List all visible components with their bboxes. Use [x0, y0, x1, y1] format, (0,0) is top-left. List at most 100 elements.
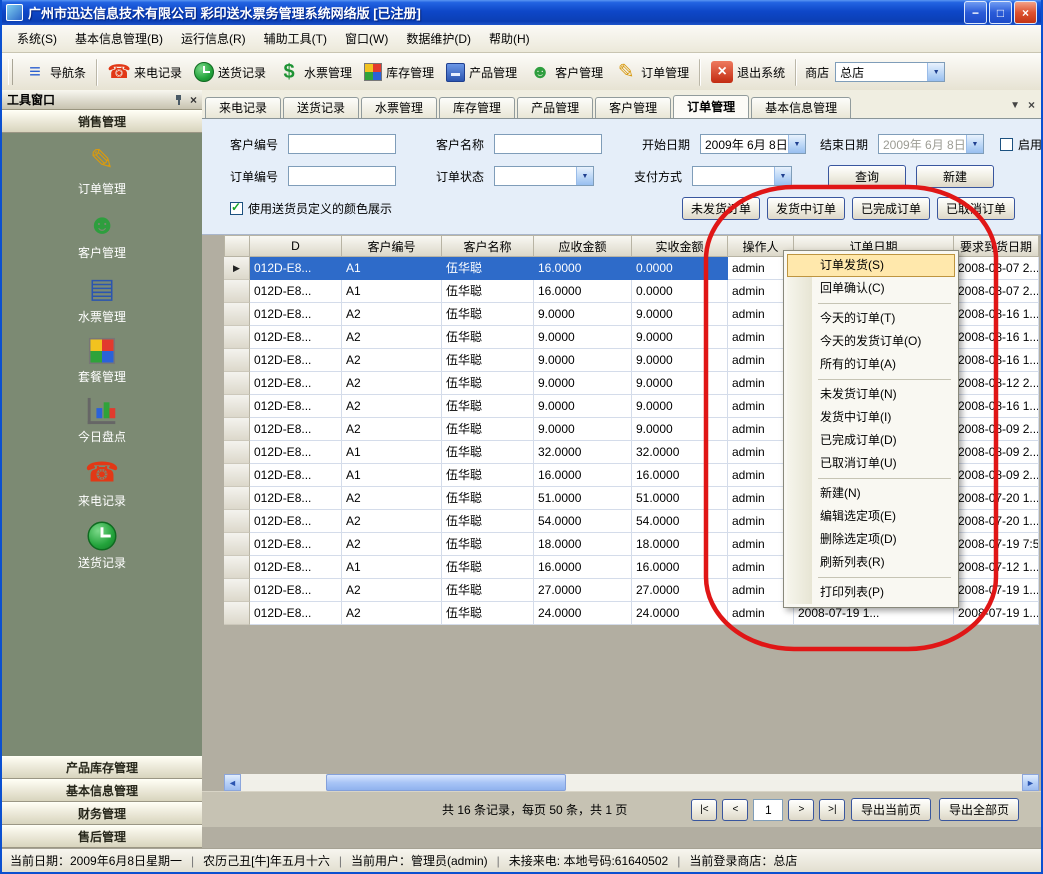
cell-required-date[interactable]: 2008-08-12 2... — [954, 372, 1039, 395]
tab[interactable]: 来电记录 — [205, 97, 281, 118]
cell-receivable[interactable]: 16.0000 — [534, 280, 632, 303]
cell-receivable[interactable]: 24.0000 — [534, 602, 632, 625]
tab[interactable]: 客户管理 — [595, 97, 671, 118]
cell-receivable[interactable]: 18.0000 — [534, 533, 632, 556]
sidebar-group[interactable]: 售后管理 — [2, 825, 202, 848]
cell-received[interactable]: 9.0000 — [632, 418, 728, 441]
new-button[interactable]: 新建 — [916, 165, 994, 188]
cell-received[interactable]: 24.0000 — [632, 602, 728, 625]
row-selector[interactable] — [224, 441, 250, 464]
cell-receivable[interactable]: 9.0000 — [534, 372, 632, 395]
context-menu-item[interactable]: 已完成订单(D) — [787, 429, 955, 452]
toolbar-button[interactable]: 送货记录 — [188, 58, 272, 86]
row-selector[interactable] — [224, 510, 250, 533]
cell-received[interactable]: 32.0000 — [632, 441, 728, 464]
cell-customer-name[interactable]: 伍华聪 — [442, 418, 534, 441]
query-button[interactable]: 查询 — [828, 165, 906, 188]
cell-receivable[interactable]: 9.0000 — [534, 303, 632, 326]
row-selector[interactable] — [224, 326, 250, 349]
cell-required-date[interactable]: 2008-07-19 1... — [954, 579, 1039, 602]
cell-id[interactable]: 012D-E8... — [250, 487, 342, 510]
order-status-select[interactable]: ▼ — [494, 166, 594, 186]
row-selector[interactable] — [224, 303, 250, 326]
context-menu-item[interactable]: 未发货订单(N) — [787, 383, 955, 406]
tab[interactable]: 库存管理 — [439, 97, 515, 118]
menubar-item[interactable]: 基本信息管理(B) — [66, 25, 172, 52]
toolbar-button[interactable]: 水票管理 — [272, 57, 358, 87]
enable-checkbox[interactable]: 启用 — [1000, 136, 1041, 153]
cell-received[interactable]: 18.0000 — [632, 533, 728, 556]
store-select[interactable]: 总店 ▼ — [835, 62, 945, 82]
cell-customer-no[interactable]: A1 — [342, 441, 442, 464]
cell-required-date[interactable]: 2008-07-19 1... — [954, 602, 1039, 625]
cell-received[interactable]: 27.0000 — [632, 579, 728, 602]
cell-id[interactable]: 012D-E8... — [250, 533, 342, 556]
status-filter-button[interactable]: 未发货订单 — [682, 197, 760, 220]
checkbox-checked-icon[interactable] — [230, 202, 243, 215]
cell-customer-name[interactable]: 伍华聪 — [442, 280, 534, 303]
cell-id[interactable]: 012D-E8... — [250, 418, 342, 441]
chevron-down-icon[interactable]: ▼ — [927, 63, 944, 81]
page-number-input[interactable] — [753, 799, 783, 821]
sidebar-item[interactable]: 客户管理 — [78, 207, 126, 261]
row-selector[interactable] — [224, 533, 250, 556]
menubar-item[interactable]: 辅助工具(T) — [255, 25, 336, 52]
cell-id[interactable]: 012D-E8... — [250, 349, 342, 372]
pay-method-select[interactable]: ▼ — [692, 166, 792, 186]
restore-button[interactable]: □ — [989, 1, 1012, 24]
cell-customer-name[interactable]: 伍华聪 — [442, 395, 534, 418]
cell-customer-no[interactable]: A2 — [342, 418, 442, 441]
cell-receivable[interactable]: 9.0000 — [534, 395, 632, 418]
row-selector[interactable] — [224, 556, 250, 579]
cell-received[interactable]: 9.0000 — [632, 395, 728, 418]
row-selector[interactable] — [224, 280, 250, 303]
row-selector[interactable] — [224, 349, 250, 372]
cell-id[interactable]: 012D-E8... — [250, 326, 342, 349]
menubar-item[interactable]: 系统(S) — [8, 25, 66, 52]
checkbox-icon[interactable] — [1000, 138, 1013, 151]
cell-receivable[interactable]: 9.0000 — [534, 326, 632, 349]
cell-receivable[interactable]: 9.0000 — [534, 418, 632, 441]
cell-customer-no[interactable]: A2 — [342, 579, 442, 602]
cell-customer-no[interactable]: A2 — [342, 349, 442, 372]
toolbar-button[interactable]: 退出系统 — [705, 57, 791, 87]
cell-customer-name[interactable]: 伍华聪 — [442, 257, 534, 280]
customer-no-input[interactable] — [288, 134, 396, 154]
start-date-picker[interactable]: 2009年 6月 8日 ▼ — [700, 134, 806, 154]
export-current-button[interactable]: 导出当前页 — [851, 798, 931, 821]
status-filter-button[interactable]: 已完成订单 — [852, 197, 930, 220]
column-header[interactable]: 应收金额 — [534, 236, 632, 257]
cell-customer-name[interactable]: 伍华聪 — [442, 579, 534, 602]
last-page-button[interactable]: >| — [819, 799, 845, 821]
cell-id[interactable]: 012D-E8... — [250, 441, 342, 464]
column-header[interactable]: 客户编号 — [342, 236, 442, 257]
cell-received[interactable]: 9.0000 — [632, 349, 728, 372]
toolbar-button[interactable]: 客户管理 — [523, 57, 609, 87]
first-page-button[interactable]: |< — [691, 799, 717, 821]
cell-received[interactable]: 0.0000 — [632, 257, 728, 280]
sidebar-item[interactable]: 来电记录 — [78, 455, 126, 509]
context-menu-item[interactable]: 打印列表(P) — [787, 581, 955, 604]
cell-received[interactable]: 16.0000 — [632, 464, 728, 487]
row-selector[interactable] — [224, 395, 250, 418]
cell-receivable[interactable]: 32.0000 — [534, 441, 632, 464]
color-display-checkbox[interactable]: 使用送货员定义的颜色展示 — [230, 200, 392, 217]
cell-required-date[interactable]: 2008-08-16 1... — [954, 303, 1039, 326]
cell-receivable[interactable]: 16.0000 — [534, 556, 632, 579]
tab-list-dropdown-icon[interactable]: ▼ — [1010, 100, 1020, 111]
cell-id[interactable]: 012D-E8... — [250, 372, 342, 395]
sidebar-group[interactable]: 产品库存管理 — [2, 756, 202, 779]
cell-customer-name[interactable]: 伍华聪 — [442, 510, 534, 533]
cell-id[interactable]: 012D-E8... — [250, 464, 342, 487]
cell-required-date[interactable]: 2008-08-09 2... — [954, 418, 1039, 441]
tab[interactable]: 基本信息管理 — [751, 97, 851, 118]
cell-customer-name[interactable]: 伍华聪 — [442, 602, 534, 625]
cell-id[interactable]: 012D-E8... — [250, 579, 342, 602]
row-selector[interactable] — [224, 257, 250, 280]
context-menu-item[interactable]: 新建(N) — [787, 482, 955, 505]
scrollbar-track[interactable] — [241, 774, 1022, 791]
customer-name-input[interactable] — [494, 134, 602, 154]
cell-id[interactable]: 012D-E8... — [250, 303, 342, 326]
cell-receivable[interactable]: 9.0000 — [534, 349, 632, 372]
cell-required-date[interactable]: 2008-07-12 1... — [954, 556, 1039, 579]
